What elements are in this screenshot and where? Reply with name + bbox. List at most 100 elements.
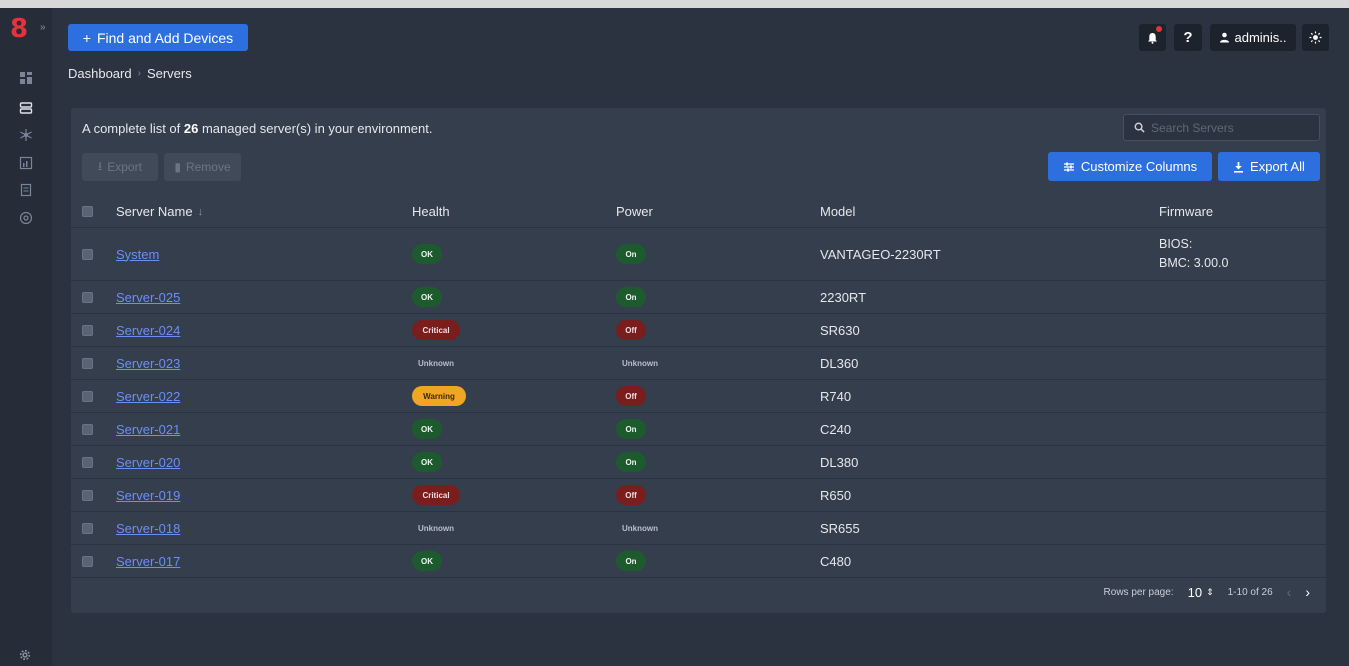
health-status-badge: Critical [412,320,460,340]
row-checkbox[interactable] [82,357,93,369]
column-header-firmware[interactable]: Firmware [1159,196,1213,227]
shield-icon[interactable] [16,208,36,228]
row-checkbox[interactable] [82,248,93,260]
row-checkbox[interactable] [82,555,93,567]
table-row[interactable]: Server-024 Critical Off SR630 [71,314,1326,347]
health-status-badge: OK [412,452,442,472]
user-menu-button[interactable]: adminis.. [1210,24,1296,51]
server-name-link[interactable]: Server-022 [116,389,180,404]
sliders-icon [1063,162,1074,171]
dashboard-icon[interactable] [16,68,36,88]
table-row[interactable]: Server-023 Unknown Unknown DL360 [71,347,1326,380]
page-range: 1-10 of 26 [1227,586,1273,598]
power-status-badge: Off [616,386,646,406]
health-status-badge: OK [412,551,442,571]
column-header-power[interactable]: Power [616,196,653,227]
export-all-button[interactable]: Export All [1218,152,1320,181]
clipboard-icon[interactable] [16,180,36,200]
model-value: 2230RT [820,289,867,305]
server-name-link[interactable]: Server-021 [116,422,180,437]
table-row[interactable]: Server-021 OK On C240 [71,413,1326,446]
remove-label: Remove [185,160,231,174]
servers-panel: A complete list of 26 managed server(s) … [71,108,1326,613]
notification-dot [1156,26,1162,32]
row-checkbox[interactable] [82,489,93,501]
search-input[interactable] [1151,120,1301,135]
table-row[interactable]: Server-025 OK On 2230RT [71,281,1326,314]
app-frame: 8 » + Find and Add Devices ? adminis.. D… [0,8,1349,666]
model-value: C480 [820,553,852,569]
rows-per-page-select[interactable]: 10 ⇕ [1188,585,1214,600]
model-value: C240 [820,421,852,437]
trash-icon: ▮ [174,160,181,174]
sun-icon [1309,31,1322,44]
servers-table: Server Name ↓ Health Power Model Firmwar… [71,196,1326,578]
remove-button[interactable]: ▮ Remove [164,153,241,181]
firmware-line: BIOS: [1159,237,1193,251]
row-checkbox[interactable] [82,390,93,402]
model-value: R740 [820,388,852,404]
server-name-link[interactable]: Server-019 [116,488,180,503]
server-name-link[interactable]: Server-017 [116,554,180,569]
prev-page-icon[interactable]: ‹ [1287,584,1292,600]
power-status-badge: On [616,452,646,472]
select-all-checkbox[interactable] [82,206,93,217]
power-status-badge: On [616,419,646,439]
export-button[interactable]: ⭳ Export [82,153,158,181]
model-value: VANTAGEO-2230RT [820,246,941,262]
row-checkbox[interactable] [82,456,93,468]
table-row[interactable]: Server-020 OK On DL380 [71,446,1326,479]
column-header-model[interactable]: Model [820,196,855,227]
servers-summary: A complete list of 26 managed server(s) … [82,121,432,136]
customize-columns-button[interactable]: Customize Columns [1048,152,1212,181]
theme-toggle-button[interactable] [1302,24,1329,51]
export-all-label: Export All [1250,159,1305,174]
breadcrumb-dashboard[interactable]: Dashboard [68,66,132,81]
server-name-link[interactable]: System [116,247,159,262]
server-name-link[interactable]: Server-020 [116,455,180,470]
breadcrumb-servers: Servers [146,66,192,81]
rows-per-page-label: Rows per page: [1103,586,1174,598]
column-header-server-name[interactable]: Server Name ↓ [116,196,203,227]
row-checkbox[interactable] [82,291,93,303]
model-value: SR630 [820,322,860,338]
find-and-add-devices-button[interactable]: + Find and Add Devices [68,24,248,51]
table-row[interactable]: Server-019 Critical Off R650 [71,479,1326,512]
firmware-line: BMC: 3.00.0 [1159,256,1229,270]
table-row[interactable]: Server-018 Unknown Unknown SR655 [71,512,1326,545]
reports-icon[interactable] [16,153,36,173]
table-row[interactable]: System OK On VANTAGEO-2230RT BIOS: BMC: 3… [71,228,1326,281]
health-status-badge: Unknown [418,523,454,533]
power-status-badge: Unknown [622,523,658,533]
breadcrumb-separator-icon: › [137,68,141,79]
server-name-link[interactable]: Server-025 [116,290,180,305]
notifications-button[interactable] [1139,24,1166,51]
search-box[interactable] [1123,114,1320,141]
row-checkbox[interactable] [82,324,93,336]
sidebar-expand-icon[interactable]: » [40,22,46,33]
summary-prefix: A complete list of [82,121,184,136]
bell-icon [1148,32,1157,44]
row-checkbox[interactable] [82,423,93,435]
help-button[interactable]: ? [1174,24,1202,51]
plus-icon: + [82,29,91,46]
gear-icon[interactable] [19,649,31,664]
server-name-link[interactable]: Server-023 [116,356,180,371]
column-header-health[interactable]: Health [412,196,450,227]
table-row[interactable]: Server-022 Warning Off R740 [71,380,1326,413]
app-logo[interactable]: 8 [10,16,32,42]
servers-icon[interactable] [16,98,36,118]
power-status-badge: On [616,244,646,264]
power-status-badge: On [616,287,646,307]
next-page-icon[interactable]: › [1305,584,1310,600]
network-icon[interactable] [16,125,36,145]
export-label: Export [107,160,142,174]
server-name-link[interactable]: Server-024 [116,323,180,338]
row-checkbox[interactable] [82,522,93,534]
health-status-badge: Critical [412,485,460,505]
model-value: DL360 [820,355,859,371]
server-name-link[interactable]: Server-018 [116,521,180,536]
summary-suffix: managed server(s) in your environment. [198,121,433,136]
model-value: SR655 [820,520,860,536]
firmware-value: BIOS: BMC: 3.00.0 [1159,228,1228,280]
